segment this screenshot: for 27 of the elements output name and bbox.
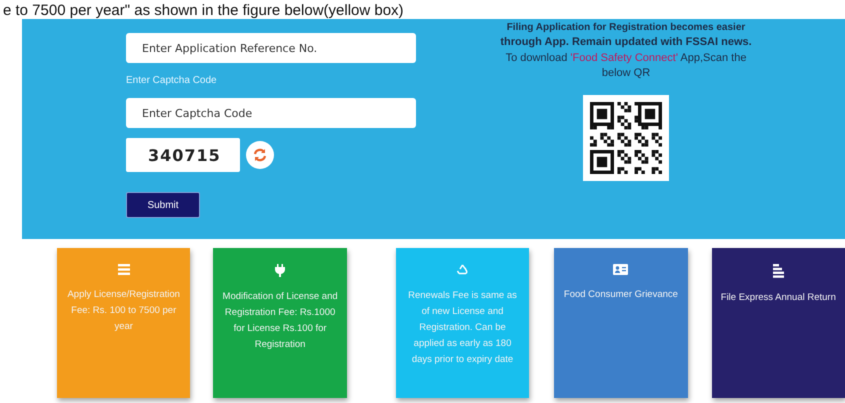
menu-icon (118, 264, 130, 275)
submit-button[interactable]: Submit (126, 192, 200, 218)
card-text: Modification of License and Registration Fee: Rs.1000 for License Rs.100 for Registration (222, 290, 339, 352)
id-card-icon (613, 264, 628, 275)
captcha-code: 340715 (126, 138, 240, 172)
download-instructions: To download 'Food Safety Connect' App,Scan the below QR (504, 51, 748, 81)
promo-text: Filing Application for Registration becomes easier (506, 22, 746, 33)
card-text: Apply License/Registration Fee: Rs. 100 to 7500 per year (66, 288, 181, 334)
captcha-field[interactable]: Enter Captcha Code (126, 98, 416, 128)
service-card[interactable]: Food Consumer Grievance (554, 248, 688, 398)
card-text: Renewals Fee is same as of new License and Registration. Can be applied as early as 180 days prior to expiry date (407, 289, 518, 367)
service-card[interactable]: File Express Annual Return (712, 248, 845, 398)
qr-code (590, 102, 662, 174)
promo-text: through App. Remain updated with FSSAI news. (500, 36, 752, 48)
card-text: File Express Annual Return (720, 291, 836, 305)
refresh-icon (253, 148, 267, 162)
reference-number-field[interactable]: Enter Application Reference No. (126, 33, 416, 63)
app-name-link[interactable]: 'Food Safety Connect' (570, 52, 678, 64)
captcha-label: Enter Captcha Code (126, 75, 217, 86)
refresh-button[interactable] (246, 141, 274, 169)
document-icon (772, 264, 784, 278)
plug-icon (275, 264, 286, 277)
card-text: Food Consumer Grievance (564, 288, 678, 302)
service-card[interactable]: Modification of License and Registration Fee: Rs.1000 for License Rs.100 for Registration (213, 248, 347, 398)
document-caption: e to 7500 per year" as shown in the figure below(yellow box) (2, 2, 404, 19)
service-card[interactable]: Renewals Fee is same as of new License and Registration. Can be applied as early as 180 days prior to expiry date (396, 248, 530, 398)
service-card[interactable]: Apply License/Registration Fee: Rs. 100 to 7500 per year (57, 248, 190, 398)
